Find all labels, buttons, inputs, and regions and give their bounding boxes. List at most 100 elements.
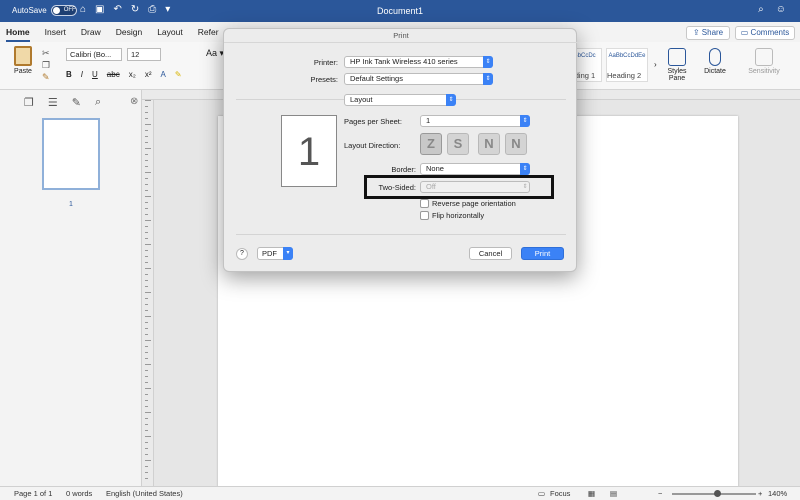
dictate-button[interactable]: Dictate	[698, 48, 732, 75]
layout-direction-z-button[interactable]: Z	[420, 133, 442, 155]
home-icon[interactable]: ⌂	[80, 4, 86, 15]
ruler-tick	[145, 430, 148, 431]
cancel-button[interactable]: Cancel	[469, 247, 512, 260]
search-icon[interactable]: ⌕	[758, 4, 764, 15]
help-button[interactable]: ?	[236, 248, 248, 260]
font-name-select[interactable]: Calibri (Bo...	[66, 48, 122, 61]
styles-pane-button[interactable]: Styles Pane	[660, 48, 694, 82]
pdf-button[interactable]: PDF ▾	[257, 247, 293, 260]
tab-home[interactable]: Home	[6, 22, 30, 42]
comments-pane-icon[interactable]: ✎	[72, 96, 81, 109]
section-value: Layout	[350, 95, 373, 104]
web-layout-icon[interactable]: ▤	[610, 489, 617, 498]
ruler-tick	[145, 118, 148, 119]
reverse-orientation-label[interactable]: Reverse page orientation	[432, 199, 516, 208]
layout-direction-s-button[interactable]: S	[447, 133, 469, 155]
headings-icon[interactable]: ☰	[48, 96, 58, 109]
printer-value: HP Ink Tank Wireless 410 series	[350, 57, 458, 66]
tab-draw[interactable]: Draw	[81, 22, 101, 42]
word-count[interactable]: 0 words	[66, 489, 92, 498]
style-label: Heading 2	[607, 71, 642, 80]
redo-icon[interactable]: ↻	[131, 4, 139, 15]
paste-label: Paste	[14, 68, 32, 75]
tab-design[interactable]: Design	[116, 22, 142, 42]
zoom-level[interactable]: 140%	[768, 489, 787, 498]
ruler-tick	[145, 448, 148, 449]
ruler-tick	[145, 280, 148, 281]
underline-icon[interactable]: U	[92, 70, 98, 79]
italic-icon[interactable]: I	[81, 70, 83, 79]
close-icon[interactable]: ⊗	[130, 96, 138, 107]
styles-next-icon[interactable]: ›	[654, 60, 657, 69]
font-size-select[interactable]: 12	[127, 48, 161, 61]
strikethrough-icon[interactable]: abc	[107, 70, 120, 79]
styles-pane-label: Styles Pane	[667, 68, 687, 82]
print-dialog: Print Printer: HP Ink Tank Wireless 410 …	[223, 28, 578, 272]
comments-button[interactable]: ▭ Comments	[735, 26, 795, 40]
zoom-in-icon[interactable]: +	[758, 489, 762, 498]
tab-layout[interactable]: Layout	[157, 22, 183, 42]
ruler-tick	[145, 268, 151, 269]
tab-references[interactable]: Refer	[198, 22, 219, 42]
print-layout-icon[interactable]: ▦	[588, 489, 595, 498]
cut-icon[interactable]: ✂	[42, 48, 50, 59]
search-pane-icon[interactable]: ⌕	[95, 96, 101, 109]
style-heading-2[interactable]: AaBbCcDdEe Heading 2	[606, 48, 648, 82]
undo-icon[interactable]: ↶	[114, 4, 122, 15]
ruler-tick	[145, 412, 151, 413]
ruler-tick	[145, 334, 148, 335]
two-sided-select[interactable]: Off ⇕	[420, 181, 530, 193]
font-color-icon[interactable]: Aa ▾	[206, 48, 224, 59]
autosave-toggle[interactable]: OFF	[50, 5, 77, 16]
tab-insert[interactable]: Insert	[45, 22, 66, 42]
copy-icon[interactable]: ❐	[42, 60, 50, 71]
format-painter-icon[interactable]: ✎	[42, 72, 50, 83]
presets-select[interactable]: Default Settings ⇕	[344, 73, 493, 85]
layout-direction-n-button[interactable]: N	[478, 133, 500, 155]
zoom-slider-thumb[interactable]	[714, 490, 721, 497]
focus-icon[interactable]: ▭	[538, 489, 545, 498]
ruler-tick	[145, 328, 148, 329]
ruler-tick	[145, 472, 148, 473]
customize-icon[interactable]: ▾	[165, 4, 170, 15]
quick-access-toolbar: ⌂ ▣ ↶ ↻ ⎙ ▾	[80, 4, 170, 15]
border-select[interactable]: None ⇕	[420, 163, 530, 175]
page-count[interactable]: Page 1 of 1	[14, 489, 52, 498]
highlight-icon[interactable]: ✎	[175, 70, 182, 79]
flip-horizontally-label[interactable]: Flip horizontally	[432, 211, 484, 220]
layout-direction-label: Layout Direction:	[344, 141, 401, 150]
print-button[interactable]: Print	[521, 247, 564, 260]
microphone-icon	[709, 48, 721, 66]
zoom-out-icon[interactable]: −	[658, 489, 662, 498]
autosave: AutoSave OFF	[12, 5, 77, 16]
printer-select[interactable]: HP Ink Tank Wireless 410 series ⇕	[344, 56, 493, 68]
ruler-tick	[145, 370, 148, 371]
vertical-ruler	[142, 100, 154, 486]
sensitivity-label: Sensitivity	[748, 68, 780, 75]
text-effects-icon[interactable]: A	[160, 70, 165, 79]
account-icon[interactable]: ☺	[776, 4, 786, 15]
reverse-orientation-checkbox[interactable]	[420, 199, 429, 208]
paste-button[interactable]: Paste	[8, 46, 38, 75]
sensitivity-button[interactable]: Sensitivity	[742, 48, 786, 75]
subscript-icon[interactable]: x₂	[129, 70, 136, 79]
ruler-tick	[145, 262, 148, 263]
style-preview: AaBbCcDdEe	[608, 53, 646, 59]
page-thumbnail[interactable]	[42, 118, 100, 190]
border-value: None	[426, 164, 444, 173]
pages-per-sheet-select[interactable]: 1 ⇕	[420, 115, 530, 127]
language[interactable]: English (United States)	[106, 489, 183, 498]
ruler-tick	[145, 418, 148, 419]
thumbnails-icon[interactable]: ❐	[24, 96, 34, 109]
superscript-icon[interactable]: x²	[145, 70, 152, 79]
chevron-updown-icon: ⇕	[520, 163, 530, 175]
save-icon[interactable]: ▣	[95, 4, 104, 15]
bold-icon[interactable]: B	[66, 70, 72, 79]
focus-label[interactable]: Focus	[550, 489, 570, 498]
layout-direction-n-reverse-button[interactable]: N	[505, 133, 527, 155]
print-icon[interactable]: ⎙	[148, 4, 156, 15]
ruler-tick	[145, 256, 148, 257]
section-select[interactable]: Layout ⇕	[344, 94, 456, 106]
flip-horizontally-checkbox[interactable]	[420, 211, 429, 220]
share-button[interactable]: ⇪ Share	[686, 26, 730, 40]
